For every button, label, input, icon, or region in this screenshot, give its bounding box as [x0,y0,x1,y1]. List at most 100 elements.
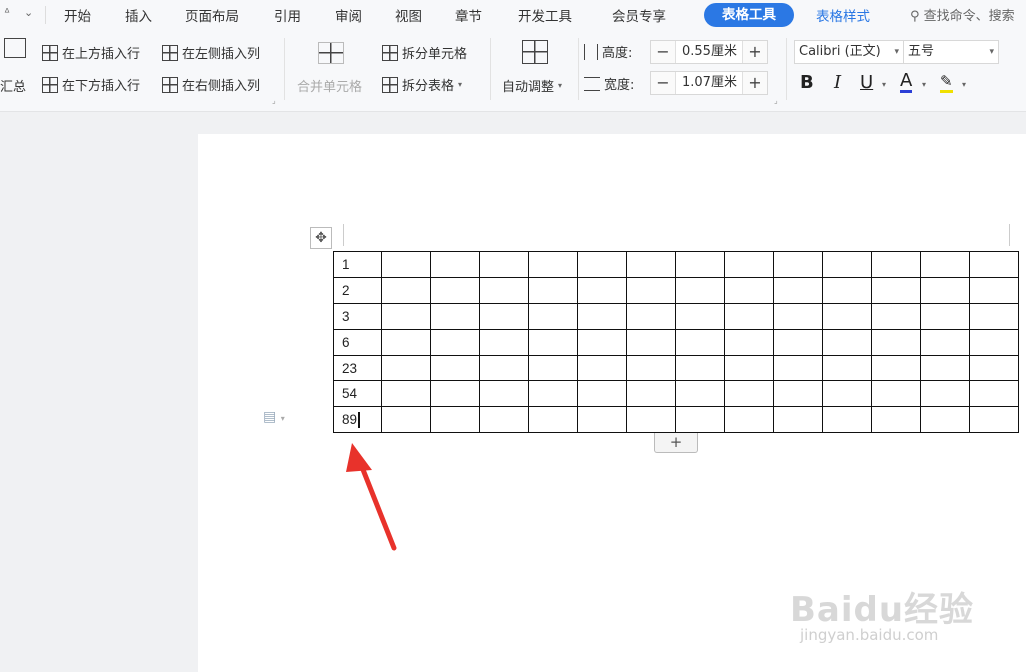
table-cell[interactable] [920,302,970,330]
width-increase-button[interactable]: + [743,72,767,94]
dialog-launcher-icon[interactable]: ⌟ [272,96,276,105]
tab-references[interactable]: 引用 [274,5,301,25]
table-cell[interactable] [724,251,774,278]
tab-table-tools[interactable]: 表格工具 [704,3,794,27]
table-cell[interactable] [920,406,970,434]
table-cell[interactable] [724,354,774,382]
table-cell[interactable] [675,251,725,278]
insert-row-above-button[interactable]: 在上方插入行 [42,43,140,62]
table-cell[interactable] [577,354,627,382]
font-size-select[interactable]: 五号 ▾ [903,40,999,64]
table-cell[interactable] [773,354,823,382]
table-cell[interactable] [969,354,1019,382]
table-cell[interactable] [724,380,774,408]
table-cell[interactable] [479,276,529,304]
table-move-handle[interactable]: ✥ [310,227,332,249]
table-cell-first[interactable]: 2 [333,276,382,304]
tab-view[interactable]: 视图 [395,5,422,25]
tab-chapter[interactable]: 章节 [455,5,482,25]
table-cell[interactable] [920,380,970,408]
table-cell[interactable] [479,354,529,382]
table-cell[interactable] [528,380,578,408]
table-cell[interactable] [577,302,627,330]
table-cell[interactable] [381,302,431,330]
table-cell[interactable] [773,328,823,356]
split-cells-button[interactable]: 拆分单元格 [382,43,467,62]
table-cell[interactable] [528,276,578,304]
paragraph-layout-icon[interactable]: ▤ ▾ [263,409,285,425]
table-cell[interactable] [871,276,921,304]
quick-access-icon[interactable]: ᐞ [4,6,10,19]
table-cell[interactable] [430,380,480,408]
italic-button[interactable]: I [834,72,841,93]
table-cell[interactable] [577,251,627,278]
tab-table-style[interactable]: 表格样式 [816,5,870,25]
table-cell[interactable] [479,251,529,278]
table-cell[interactable] [675,354,725,382]
table-cell-first[interactable]: 6 [333,328,382,356]
table-cell[interactable] [626,406,676,434]
table-cell[interactable] [381,380,431,408]
table-cell[interactable] [381,251,431,278]
table-cell[interactable] [724,302,774,330]
table-cell[interactable] [969,328,1019,356]
table-cell[interactable] [479,380,529,408]
underline-button[interactable]: U [860,72,873,93]
table-cell[interactable] [822,406,872,434]
table-cell[interactable] [822,251,872,278]
bold-button[interactable]: B [800,72,814,93]
table-cell[interactable] [871,251,921,278]
height-decrease-button[interactable]: − [651,41,675,63]
table-cell[interactable] [773,302,823,330]
width-input[interactable]: 1.07厘米 [675,72,743,94]
table-cell[interactable] [871,406,921,434]
font-color-dropdown-icon[interactable]: ▾ [922,80,926,89]
table-cell-first[interactable]: 89 [333,406,382,434]
table-cell[interactable] [626,302,676,330]
table-cell[interactable] [577,380,627,408]
table-cell[interactable] [773,251,823,278]
data-table[interactable]: 1 2 3 6 23 54 89 [333,251,1019,434]
quick-access-dropdown-icon[interactable]: ⌄ [24,6,33,19]
insert-col-left-button[interactable]: 在左侧插入列 [162,43,260,62]
width-stepper[interactable]: − 1.07厘米 + [650,71,768,95]
table-cell[interactable] [920,328,970,356]
tab-member[interactable]: 会员专享 [612,5,666,25]
table-cell[interactable] [773,276,823,304]
table-cell[interactable] [675,406,725,434]
tab-insert[interactable]: 插入 [125,5,152,25]
table-cell[interactable] [822,302,872,330]
summary-button[interactable] [4,38,26,58]
insert-col-right-button[interactable]: 在右侧插入列 [162,75,260,94]
table-cell[interactable] [969,380,1019,408]
split-table-button[interactable]: 拆分表格 ▾ [382,75,462,94]
table-cell[interactable] [675,380,725,408]
table-cell[interactable] [773,380,823,408]
command-search[interactable]: ⚲ 查找命令、搜索 [910,5,1015,24]
width-decrease-button[interactable]: − [651,72,675,94]
table-cell[interactable] [528,251,578,278]
table-cell[interactable] [675,328,725,356]
table-cell[interactable] [675,276,725,304]
table-cell[interactable] [626,380,676,408]
table-cell[interactable] [430,328,480,356]
table-cell[interactable] [430,406,480,434]
table-cell[interactable] [577,276,627,304]
table-cell[interactable] [920,251,970,278]
table-cell[interactable] [528,302,578,330]
highlight-dropdown-icon[interactable]: ▾ [962,80,966,89]
tab-developer[interactable]: 开发工具 [518,5,572,25]
table-cell[interactable] [871,380,921,408]
table-cell[interactable] [528,406,578,434]
table-cell[interactable] [822,380,872,408]
table-cell[interactable] [528,354,578,382]
table-cell[interactable] [381,354,431,382]
table-cell[interactable] [724,328,774,356]
tab-home[interactable]: 开始 [64,5,91,25]
table-cell[interactable] [626,328,676,356]
table-cell-first[interactable]: 54 [333,380,382,408]
table-cell[interactable] [969,406,1019,434]
table-cell[interactable] [430,354,480,382]
table-cell[interactable] [381,406,431,434]
table-cell[interactable] [430,276,480,304]
